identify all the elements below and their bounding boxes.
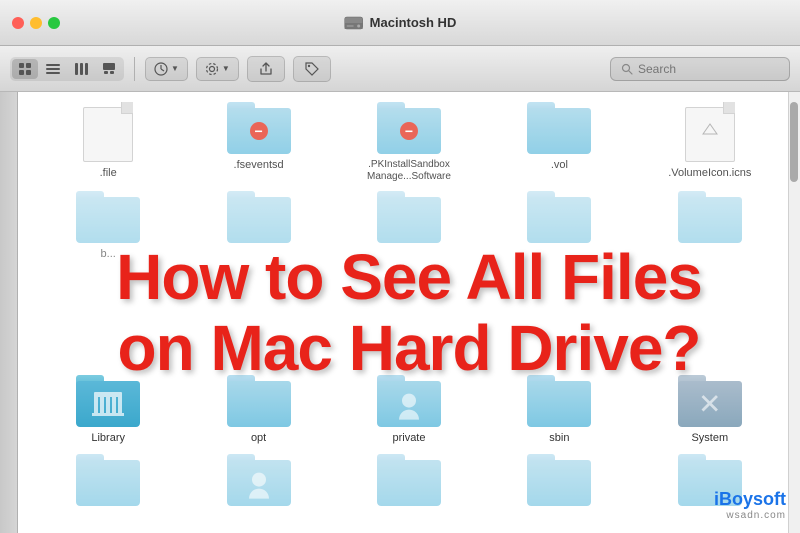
scrollbar[interactable]	[788, 92, 800, 533]
list-item[interactable]	[334, 191, 484, 260]
list-item[interactable]: ✕ System	[635, 375, 785, 444]
list-item[interactable]: .file	[33, 102, 183, 183]
tag-button[interactable]	[293, 56, 331, 82]
restrict-badge: −	[400, 122, 418, 140]
folder-icon	[678, 191, 742, 243]
list-item[interactable]: .VolumeIcon.icns	[635, 102, 785, 183]
separator-1	[134, 57, 135, 81]
hard-drive-icon	[344, 15, 364, 31]
list-item[interactable]: Library	[33, 375, 183, 444]
sidebar	[0, 92, 18, 533]
column-view-button[interactable]	[68, 59, 95, 79]
arrange-dropdown[interactable]: ▼	[145, 57, 188, 81]
folder-icon	[527, 375, 591, 427]
scrollbar-thumb[interactable]	[790, 102, 798, 182]
folder-icon	[527, 454, 591, 506]
brand-name: iBoysoft	[714, 489, 786, 510]
private-folder-icon	[377, 375, 441, 427]
list-item[interactable]	[183, 191, 333, 260]
list-item[interactable]	[484, 191, 634, 260]
list-item[interactable]: .vol	[484, 102, 634, 183]
overlay-spacer	[18, 260, 800, 375]
title-bar: Macintosh HD	[0, 0, 800, 46]
iboysoft-logo: iBoysoft wsadn.com	[714, 489, 786, 521]
share-icon	[258, 61, 274, 77]
gear-icon	[205, 62, 219, 76]
search-input[interactable]	[638, 62, 778, 76]
list-item[interactable]	[334, 454, 484, 506]
library-folder-icon	[76, 375, 140, 427]
list-item[interactable]: sbin	[484, 375, 634, 444]
folder-icon	[76, 191, 140, 243]
icns-thumb	[701, 120, 719, 138]
search-icon	[621, 63, 633, 75]
maximize-button[interactable]	[48, 17, 60, 29]
share-button[interactable]	[247, 56, 285, 82]
folder-icon	[227, 454, 291, 506]
view-mode-group	[10, 57, 124, 81]
search-bar[interactable]	[610, 57, 790, 81]
minimize-button[interactable]	[30, 17, 42, 29]
file-grid-row2: b...	[18, 183, 800, 260]
list-item[interactable]: − .PKInstallSandboxManage...Software	[334, 102, 484, 183]
action-dropdown[interactable]: ▼	[196, 57, 239, 81]
folder-icon	[76, 454, 140, 506]
folder-icon	[227, 375, 291, 427]
brand-sub: wsadn.com	[726, 510, 786, 521]
file-grid-row1: .file − .fseventsd − .PKInstallSandboxMa…	[18, 92, 800, 183]
cover-view-button[interactable]	[96, 59, 122, 78]
folder-icon	[527, 102, 591, 154]
list-view-button[interactable]	[39, 60, 67, 78]
list-item[interactable]: opt	[183, 375, 333, 444]
file-icon	[685, 102, 735, 162]
action-chevron: ▼	[222, 64, 230, 73]
arrange-chevron: ▼	[171, 64, 179, 73]
list-item[interactable]	[484, 454, 634, 506]
file-grid-row3: Library opt	[18, 375, 800, 454]
main-content: .file − .fseventsd − .PKInstallSandboxMa…	[18, 92, 800, 533]
folder-icon: −	[377, 102, 441, 154]
list-item[interactable]: b...	[33, 191, 183, 260]
tag-icon	[304, 61, 320, 77]
file-icon	[83, 102, 133, 162]
restrict-badge: −	[250, 122, 268, 140]
system-folder-icon: ✕	[678, 375, 742, 427]
content-area: .file − .fseventsd − .PKInstallSandboxMa…	[0, 92, 800, 533]
list-item[interactable]: − .fseventsd	[183, 102, 333, 183]
close-button[interactable]	[12, 17, 24, 29]
folder-icon	[527, 191, 591, 243]
folder-icon	[227, 191, 291, 243]
folder-icon	[377, 454, 441, 506]
list-item[interactable]	[183, 454, 333, 506]
list-item[interactable]	[635, 191, 785, 260]
window-title: Macintosh HD	[344, 15, 457, 31]
folder-icon: −	[227, 102, 291, 154]
toolbar: ▼ ▼	[0, 46, 800, 92]
list-item[interactable]: private	[334, 375, 484, 444]
arrange-icon	[154, 62, 168, 76]
file-grid-row4	[18, 454, 800, 506]
icon-view-button[interactable]	[12, 59, 38, 79]
list-item[interactable]	[33, 454, 183, 506]
folder-icon	[377, 191, 441, 243]
